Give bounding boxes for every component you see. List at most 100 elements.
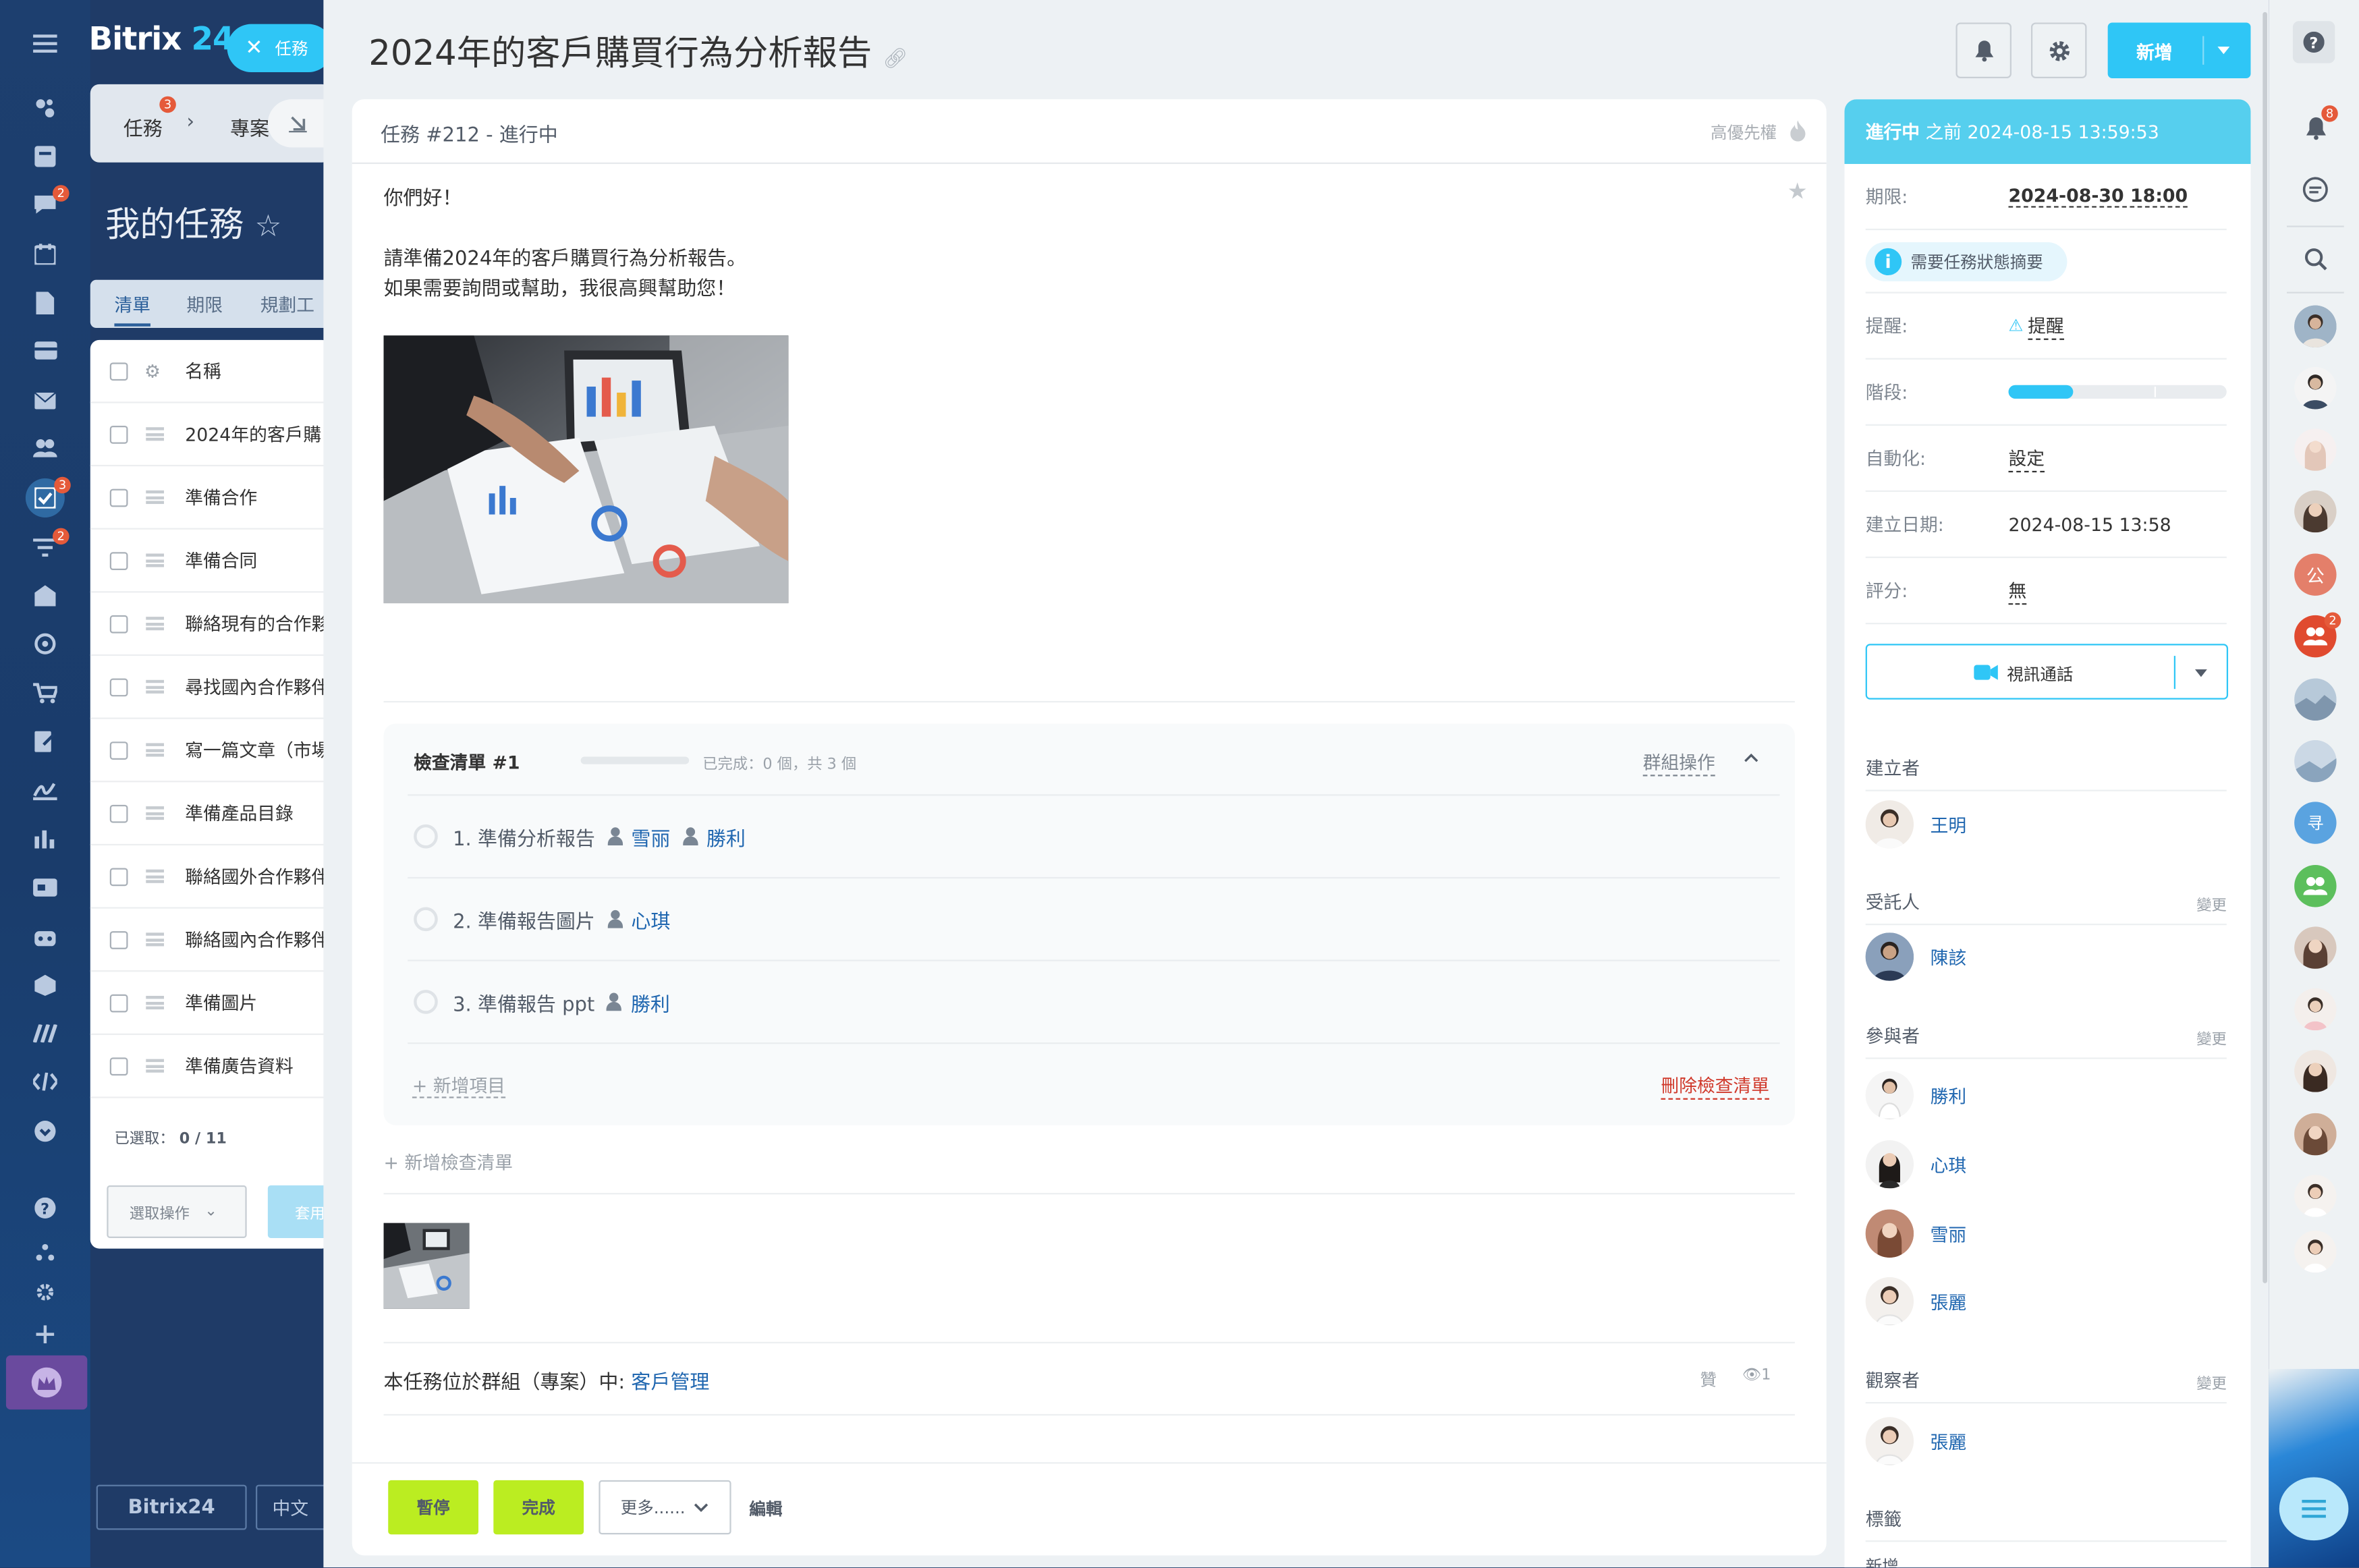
help-icon[interactable]: ? — [27, 1190, 63, 1227]
recent-chat-letter-avatar[interactable]: 公 — [2294, 553, 2337, 596]
help-button[interactable]: ? — [2292, 21, 2335, 63]
priority-label[interactable]: 高優先權 — [1711, 120, 1777, 144]
add-checklist-link[interactable]: + 新增檢查清單 — [384, 1149, 513, 1175]
fire-icon[interactable] — [1790, 120, 1806, 142]
recent-chat-avatar[interactable] — [2294, 1050, 2337, 1092]
feed-icon[interactable] — [27, 90, 63, 127]
row-checkbox[interactable] — [109, 677, 128, 696]
task-tab[interactable]: ✕ 任務 — [227, 24, 333, 73]
recent-group-avatar[interactable] — [2294, 865, 2337, 907]
rating-value[interactable]: 無 — [2008, 577, 2027, 605]
delete-checklist-link[interactable]: 刪除檢查清單 — [1661, 1073, 1770, 1100]
row-title[interactable]: 寫一篇文章（市場 — [185, 737, 329, 763]
table-row[interactable]: 準備合同 — [90, 530, 331, 593]
cart-icon[interactable] — [27, 675, 63, 712]
automation-value[interactable]: 設定 — [2008, 445, 2045, 472]
recent-chat-avatar[interactable] — [2294, 305, 2337, 348]
recent-chat-avatar[interactable] — [2294, 739, 2337, 783]
table-row[interactable]: 準備合作 — [90, 466, 331, 530]
row-checkbox[interactable] — [109, 993, 128, 1012]
footer-brand[interactable]: Bitrix24 — [96, 1484, 247, 1530]
row-checkbox[interactable] — [109, 551, 128, 569]
like-button[interactable]: 贊 — [1700, 1368, 1717, 1392]
table-row[interactable]: 準備廣告資料 — [90, 1035, 331, 1098]
participant-person[interactable]: 張麗 — [1865, 1277, 1966, 1326]
recent-chat-avatar[interactable] — [2294, 988, 2337, 1031]
item-text[interactable]: 1. 準備分析報告 — [453, 822, 595, 850]
change-observers-link[interactable]: 變更 — [2196, 1370, 2227, 1393]
breadcrumb-projects[interactable]: 專案 — [230, 113, 269, 141]
change-participants-link[interactable]: 變更 — [2196, 1026, 2227, 1049]
add-tag-link[interactable]: 新增 — [1866, 1554, 1899, 1568]
add-item-link[interactable]: + 新增項目 — [412, 1073, 505, 1098]
row-checkbox[interactable] — [109, 930, 128, 949]
settings-button[interactable] — [2030, 22, 2087, 78]
breadcrumb-tasks[interactable]: 任務 — [123, 113, 163, 141]
reports-icon[interactable] — [27, 820, 63, 856]
creator-person[interactable]: 王明 — [1865, 800, 1966, 849]
recent-chat-avatar[interactable] — [2294, 490, 2337, 533]
item-text[interactable]: 3. 準備報告 ppt — [453, 988, 594, 1016]
complete-button[interactable]: 完成 — [493, 1480, 584, 1535]
store-icon[interactable] — [27, 968, 63, 1004]
stage-progress[interactable] — [2007, 385, 2227, 399]
participant-person[interactable]: 雪丽 — [1865, 1209, 1966, 1258]
change-assignee-link[interactable]: 變更 — [2196, 892, 2227, 915]
row-checkbox[interactable] — [109, 424, 128, 443]
groups-icon[interactable] — [27, 430, 63, 467]
target-icon[interactable] — [27, 626, 63, 663]
checklist-item[interactable]: 3. 準備報告 ppt 勝利 — [408, 961, 1780, 1044]
star-icon[interactable]: ☆ — [254, 208, 281, 244]
row-title[interactable]: 準備合作 — [185, 484, 257, 510]
gear-icon[interactable]: ⚙ — [144, 360, 161, 381]
recent-chat-avatar[interactable] — [2294, 678, 2337, 721]
collapse-button[interactable] — [267, 99, 329, 148]
add-button[interactable]: 新增 — [2107, 22, 2251, 78]
tab-list[interactable]: 清單 — [114, 292, 150, 327]
group-chat-button[interactable]: 2 — [2294, 612, 2341, 658]
mail-icon[interactable] — [27, 382, 63, 418]
item-checkbox[interactable] — [414, 907, 438, 932]
column-name[interactable]: 名稱 — [185, 358, 221, 384]
item-checkbox[interactable] — [414, 824, 438, 849]
table-row[interactable]: 準備圖片 — [90, 972, 331, 1035]
drag-handle-icon[interactable] — [146, 869, 165, 883]
calendar-icon[interactable] — [27, 236, 63, 273]
notifications-button[interactable]: 8 — [2293, 105, 2338, 150]
table-row[interactable]: 尋找國內合作夥伴 — [90, 656, 331, 719]
settings-icon[interactable] — [27, 1274, 63, 1310]
forms-icon[interactable] — [27, 723, 63, 760]
checklist-item[interactable]: 1. 準備分析報告 雪丽 勝利 — [408, 795, 1780, 879]
item-person[interactable]: 勝利 — [631, 988, 670, 1016]
drag-handle-icon[interactable] — [146, 806, 165, 820]
item-person[interactable]: 心琪 — [631, 905, 670, 933]
participant-person[interactable]: 勝利 — [1865, 1071, 1966, 1119]
row-checkbox[interactable] — [109, 614, 128, 633]
more-button[interactable]: 更多...... — [599, 1480, 731, 1535]
summary-button[interactable]: i 需要任務狀態摘要 — [1865, 242, 2067, 281]
drag-handle-icon[interactable] — [146, 995, 165, 1010]
row-title[interactable]: 尋找國內合作夥伴 — [185, 674, 329, 700]
select-all-checkbox[interactable] — [109, 362, 128, 380]
chevron-down-icon[interactable] — [2217, 47, 2230, 55]
crown-area[interactable] — [5, 1355, 88, 1410]
item-person[interactable]: 勝利 — [706, 822, 746, 850]
item-person[interactable]: 雪丽 — [631, 822, 670, 850]
recent-chat-avatar[interactable] — [2294, 428, 2337, 471]
favorite-star-icon[interactable]: ★ — [1787, 177, 1808, 204]
table-row[interactable]: 聯絡現有的合作夥 — [90, 592, 331, 656]
participant-person[interactable]: 心琪 — [1865, 1140, 1966, 1189]
group-link[interactable]: 客戶管理 — [631, 1372, 709, 1394]
observer-person[interactable]: 張麗 — [1865, 1417, 1966, 1465]
row-title[interactable]: 準備合同 — [185, 548, 257, 573]
language-selector[interactable]: 中文 — [256, 1484, 331, 1530]
tasks-icon[interactable]: 3 — [25, 476, 71, 517]
drag-handle-icon[interactable] — [146, 679, 165, 694]
recent-chat-avatar[interactable] — [2294, 367, 2337, 410]
drag-handle-icon[interactable] — [146, 490, 165, 504]
drag-handle-icon[interactable] — [146, 553, 165, 567]
drag-handle-icon[interactable] — [146, 932, 165, 947]
search-button[interactable] — [2293, 236, 2338, 281]
table-row[interactable]: 準備產品目錄 — [90, 782, 331, 846]
app-logo[interactable]: Bitrix 24 — [89, 21, 235, 57]
